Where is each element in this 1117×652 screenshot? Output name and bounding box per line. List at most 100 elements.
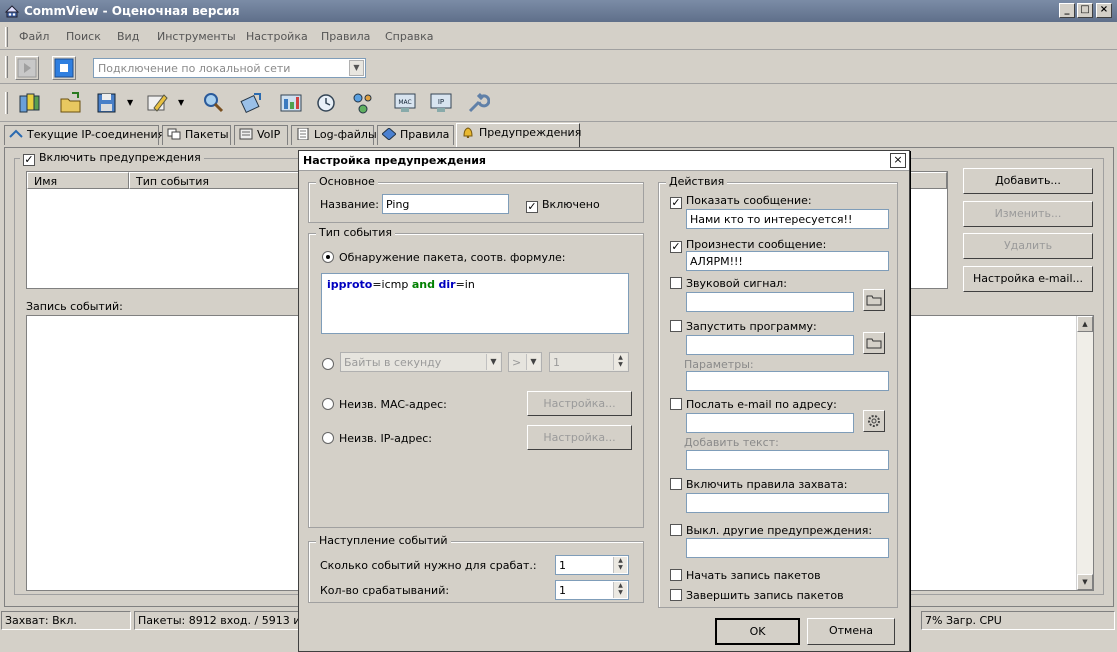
enable-rules-checkbox[interactable]: Включить правила захвата: — [670, 478, 848, 491]
program-path-input[interactable] — [686, 335, 854, 355]
tab-rules[interactable]: Правила — [377, 125, 454, 145]
run-program-label: Запустить программу: — [686, 320, 817, 333]
menu-view[interactable]: Вид — [117, 30, 139, 43]
menu-search[interactable]: Поиск — [66, 30, 101, 43]
maximize-button[interactable]: □ — [1077, 3, 1093, 18]
menu-file[interactable]: Файл — [19, 30, 49, 43]
spinner-arrows-icon[interactable]: ▲ ▼ — [613, 354, 627, 370]
tab-label: Пакеты — [185, 128, 229, 141]
scheduler-icon[interactable] — [314, 90, 340, 116]
comparator-select[interactable]: > ▼ — [508, 352, 542, 372]
checkbox-icon — [670, 277, 682, 289]
menu-help[interactable]: Справка — [385, 30, 433, 43]
window-titlebar: CommView - Оценочная версия _ □ × — [0, 0, 1117, 22]
connection-select[interactable]: Подключение по локальной сети ▼ — [93, 58, 366, 78]
run-program-checkbox[interactable]: Запустить программу: — [670, 320, 817, 333]
email-settings-button[interactable] — [863, 410, 885, 432]
delete-alert-button[interactable]: Удалить — [963, 233, 1093, 259]
ok-button[interactable]: OK — [715, 618, 800, 645]
tab-ip-connections[interactable]: Текущие IP-соединения — [4, 125, 164, 145]
add-alert-button[interactable]: Добавить... — [963, 168, 1093, 194]
options-wrench-icon[interactable] — [464, 90, 490, 116]
event-count-spinner[interactable]: 1 ▲ ▼ — [555, 555, 629, 575]
event-log-scrollbar[interactable]: ▲ ▼ — [1076, 316, 1093, 590]
tab-log-files[interactable]: Log-файлы — [291, 125, 377, 145]
close-button[interactable]: × — [1096, 3, 1112, 18]
alert-name-input[interactable]: Ping — [382, 194, 509, 214]
sound-browse-button[interactable] — [863, 289, 885, 311]
window-title: CommView - Оценочная версия — [24, 4, 240, 18]
scroll-down-icon[interactable]: ▼ — [1077, 574, 1093, 590]
event-type-group-title: Тип события — [316, 226, 395, 239]
cancel-button[interactable]: Отмена — [807, 618, 895, 645]
start-capture-checkbox[interactable]: Начать запись пакетов — [670, 569, 821, 582]
show-message-input[interactable]: Нами кто то интересуется!! — [686, 209, 889, 229]
disable-alerts-input[interactable] — [686, 538, 889, 558]
edit-alert-button[interactable]: Изменить... — [963, 201, 1093, 227]
program-browse-button[interactable] — [863, 332, 885, 354]
spinner-arrows-icon[interactable]: ▲ ▼ — [613, 582, 627, 598]
mac-setup-button[interactable]: Настройка... — [527, 391, 632, 416]
formula-token-in: =in — [455, 278, 475, 291]
menu-settings[interactable]: Настройка — [246, 30, 308, 43]
open-folder-icon[interactable] — [58, 90, 84, 116]
tab-packets[interactable]: Пакеты — [162, 125, 231, 145]
start-capture-button[interactable] — [15, 56, 39, 80]
menu-rules[interactable]: Правила — [321, 30, 370, 43]
bytes-type-select[interactable]: Байты в секунду ▼ — [340, 352, 502, 372]
menu-tools[interactable]: Инструменты — [157, 30, 236, 43]
checkbox-icon — [670, 524, 682, 536]
ip-alias-icon[interactable]: IP — [428, 90, 454, 116]
packet-generator-icon[interactable] — [238, 90, 264, 116]
checkbox-icon — [670, 320, 682, 332]
dialog-title: Настройка предупреждения — [303, 154, 486, 167]
dialog-close-icon[interactable]: × — [890, 153, 906, 168]
chevron-down-icon: ▼ — [486, 354, 500, 370]
save-dropdown-icon[interactable]: ▼ — [127, 98, 133, 107]
unknown-mac-radio[interactable]: Неизв. MAC-адрес: — [322, 398, 447, 411]
folder-icon — [866, 338, 882, 349]
tab-voip[interactable]: VoIP — [234, 125, 288, 145]
formula-radio[interactable]: Обнаружение пакета, соотв. формуле: — [322, 251, 565, 264]
stop-capture-label: Завершить запись пакетов — [686, 589, 844, 602]
new-window-icon[interactable] — [16, 90, 42, 116]
svg-text:MAC: MAC — [398, 99, 411, 106]
disable-alerts-checkbox[interactable]: Выкл. другие предупреждения: — [670, 524, 872, 537]
basic-group-title: Основное — [316, 175, 378, 188]
email-setup-button[interactable]: Настройка e-mail... — [963, 266, 1093, 292]
scroll-up-icon[interactable]: ▲ — [1077, 316, 1093, 332]
edit-dropdown-icon[interactable]: ▼ — [178, 98, 184, 107]
sound-file-input[interactable] — [686, 292, 854, 312]
speak-message-input[interactable]: АЛЯРМ!!! — [686, 251, 889, 271]
stop-capture-button[interactable] — [52, 56, 76, 80]
toolbar-grip — [5, 92, 8, 114]
occurrence-group-title: Наступление событий — [316, 534, 451, 547]
minimize-button[interactable]: _ — [1059, 3, 1075, 18]
stop-capture-checkbox[interactable]: Завершить запись пакетов — [670, 589, 844, 602]
unknown-ip-radio[interactable]: Неизв. IP-адрес: — [322, 432, 432, 445]
enable-alerts-checkbox[interactable]: ✓ Включить предупреждения — [20, 151, 204, 166]
tab-alerts[interactable]: Предупреждения — [456, 123, 581, 147]
formula-editor[interactable]: ipproto=icmp and dir=in — [321, 273, 629, 334]
send-email-checkbox[interactable]: Послать e-mail по адресу: — [670, 398, 837, 411]
show-message-checkbox[interactable]: ✓ Показать сообщение: — [670, 194, 812, 209]
program-params-input[interactable] — [686, 371, 889, 391]
node-tree-icon[interactable] — [350, 90, 376, 116]
radio-icon — [322, 358, 334, 370]
save-icon[interactable] — [94, 90, 120, 116]
sound-checkbox[interactable]: Звуковой сигнал: — [670, 277, 787, 290]
email-address-input[interactable] — [686, 413, 854, 433]
statistics-icon[interactable] — [278, 90, 304, 116]
spinner-arrows-icon[interactable]: ▲ ▼ — [613, 557, 627, 573]
ip-setup-button[interactable]: Настройка... — [527, 425, 632, 450]
capture-rules-input[interactable] — [686, 493, 889, 513]
edit-rule-icon[interactable] — [144, 90, 170, 116]
bytes-radio[interactable] — [322, 358, 339, 371]
mac-alias-icon[interactable]: MAC — [392, 90, 418, 116]
column-header-name[interactable]: Имя — [27, 172, 129, 189]
trigger-count-spinner[interactable]: 1 ▲ ▼ — [555, 580, 629, 600]
enabled-checkbox[interactable]: ✓ Включено — [526, 198, 600, 213]
bytes-value-spinner[interactable]: 1 ▲ ▼ — [549, 352, 629, 372]
email-text-input[interactable] — [686, 450, 889, 470]
search-icon[interactable] — [200, 90, 226, 116]
